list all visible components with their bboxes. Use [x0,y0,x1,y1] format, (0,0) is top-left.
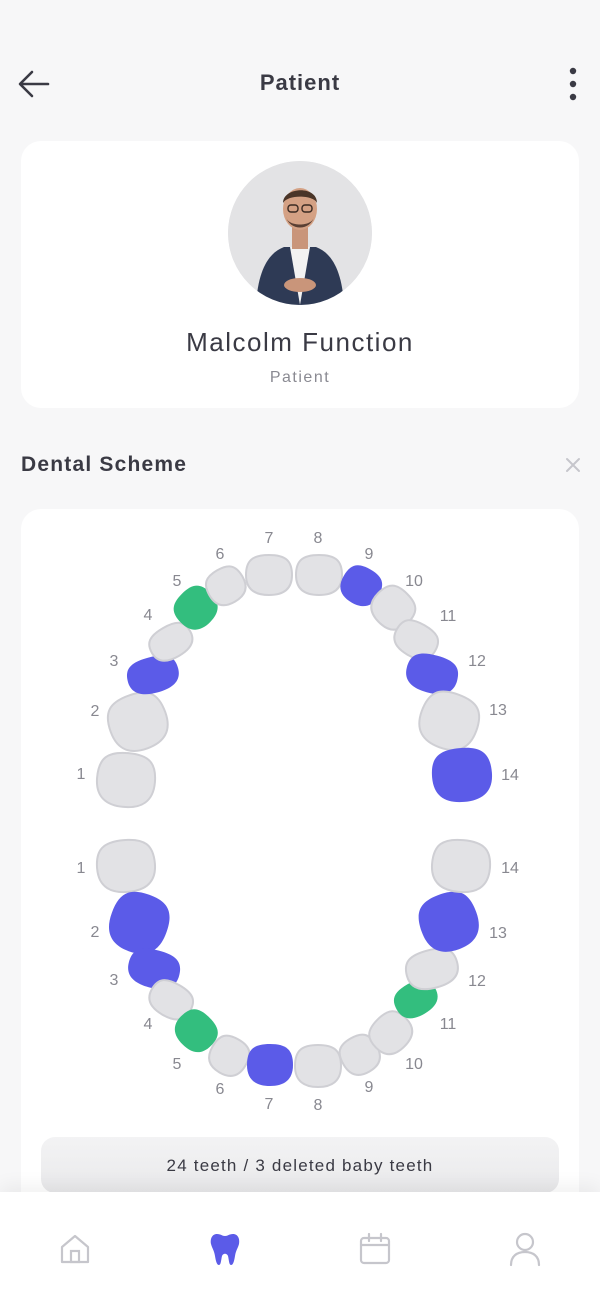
patient-role: Patient [269,369,331,386]
section-title: Dental Scheme [21,453,188,476]
lower-tooth-14[interactable] [430,838,492,895]
lower-tooth-label-5: 5 [173,1056,182,1073]
upper-tooth-13[interactable] [412,685,486,757]
avatar [228,161,372,305]
upper-tooth-label-4: 4 [144,607,153,624]
upper-tooth-label-14: 14 [501,767,519,784]
lower-tooth-label-9: 9 [365,1079,374,1096]
lower-tooth-7[interactable] [247,1044,293,1086]
upper-tooth-label-6: 6 [216,546,225,563]
lower-tooth-label-1: 1 [77,860,86,877]
teeth-summary: 24 teeth / 3 deleted baby teeth [41,1137,559,1193]
upper-tooth-label-2: 2 [91,703,100,720]
lower-tooth-label-8: 8 [314,1097,323,1114]
patient-name: Malcolm Function [186,327,414,357]
nav-profile[interactable] [500,1224,550,1274]
home-icon [60,1234,90,1264]
close-button[interactable] [560,452,586,478]
upper-tooth-14[interactable] [430,745,494,804]
profile-icon [509,1232,541,1267]
lower-tooth-label-4: 4 [144,1016,153,1033]
upper-tooth-label-13: 13 [489,702,507,719]
dental-chart: 1234567 8910111213141234567 891011121314 [77,530,519,1114]
upper-tooth-1[interactable] [95,751,157,810]
patient-profile-card: Malcolm Function Patient [21,141,579,408]
patient-photo [228,161,372,305]
page-title: Patient [259,70,341,95]
upper-tooth-label-3: 3 [110,653,119,670]
upper-tooth-2[interactable] [101,686,175,758]
lower-tooth-label-10: 10 [405,1056,423,1073]
lower-tooth-13[interactable] [412,885,486,959]
lower-tooth-label-7: 7 [265,1096,274,1113]
lower-tooth-label-2: 2 [91,924,100,941]
lower-tooth-label-11: 11 [440,1016,457,1033]
nav-home[interactable] [50,1224,100,1274]
close-icon [566,458,580,472]
upper-tooth-label-1: 1 [77,766,86,783]
nav-dental[interactable] [200,1224,250,1274]
upper-tooth-label-12: 12 [468,653,486,670]
more-vertical-icon [569,67,577,101]
lower-tooth-1[interactable] [95,838,157,895]
upper-tooth-label-11: 11 [440,608,457,625]
upper-tooth-label-8: 8 [314,530,323,547]
lower-tooth-label-3: 3 [110,972,119,989]
lower-tooth-8[interactable] [293,1043,343,1089]
upper-tooth-8[interactable] [294,553,344,597]
upper-tooth-label-5: 5 [173,573,182,590]
more-options-button[interactable] [558,64,588,104]
tooth-icon [210,1234,240,1265]
lower-tooth-label-13: 13 [489,925,507,942]
lower-tooth-label-12: 12 [468,973,486,990]
upper-tooth-label-10: 10 [405,573,423,590]
upper-tooth-7[interactable] [244,553,294,597]
dental-scheme-card: 1 2 3 4 5 6 7 8 9 10 11 12 13 14 1 2 3 4 5 6 7 8 9 10 11 12 13 14 2… [21,509,579,1209]
app-header: Patient [0,50,600,116]
calendar-icon [359,1232,391,1265]
bottom-navigation [0,1192,600,1299]
upper-tooth-label-7: 7 [265,530,274,547]
lower-tooth-label-14: 14 [501,860,519,877]
lower-tooth-label-6: 6 [216,1081,225,1098]
upper-tooth-label-9: 9 [365,546,374,563]
nav-calendar[interactable] [350,1224,400,1274]
